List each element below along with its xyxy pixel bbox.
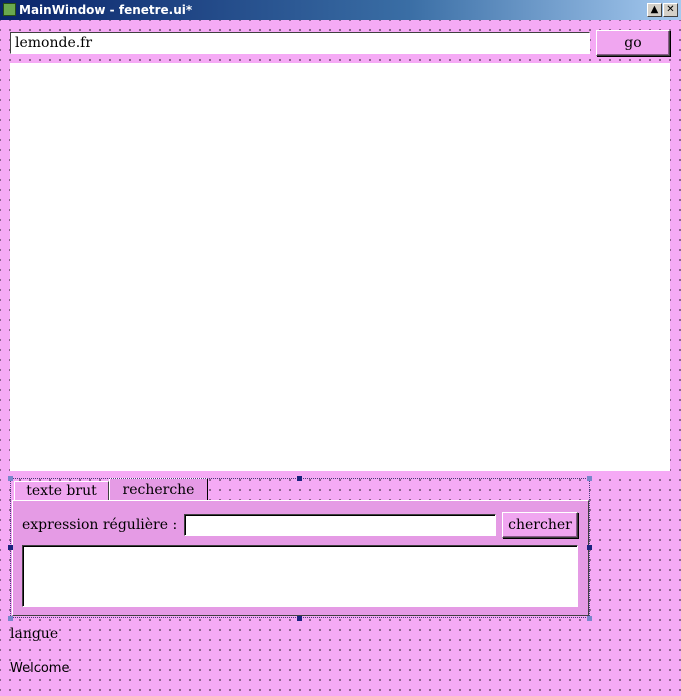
resize-handle[interactable] bbox=[297, 476, 302, 481]
results-textarea[interactable] bbox=[22, 545, 578, 607]
resize-handle[interactable] bbox=[8, 616, 13, 621]
web-view[interactable] bbox=[10, 63, 670, 471]
resize-handle[interactable] bbox=[8, 545, 13, 550]
resize-handle[interactable] bbox=[587, 545, 592, 550]
regex-label: expression régulière : bbox=[22, 517, 178, 533]
go-button[interactable]: go bbox=[596, 30, 670, 56]
close-icon[interactable]: ✕ bbox=[663, 3, 678, 17]
window-title: MainWindow - fenetre.ui* bbox=[19, 3, 193, 17]
minimize-icon[interactable]: ▲ bbox=[647, 3, 662, 17]
tab-recherche[interactable]: recherche bbox=[109, 478, 208, 502]
app-icon bbox=[3, 3, 16, 16]
resize-handle[interactable] bbox=[8, 476, 13, 481]
search-button[interactable]: chercher bbox=[502, 512, 578, 538]
resize-handle[interactable] bbox=[587, 476, 592, 481]
regex-input[interactable] bbox=[184, 514, 496, 536]
url-input[interactable]: lemonde.fr bbox=[10, 32, 590, 54]
tab-texte-brut[interactable]: texte brut bbox=[14, 481, 109, 502]
resize-handle[interactable] bbox=[297, 616, 302, 621]
langue-label: langue bbox=[10, 626, 59, 642]
welcome-label: Welcome bbox=[10, 661, 70, 676]
resize-handle[interactable] bbox=[587, 616, 592, 621]
title-bar[interactable]: MainWindow - fenetre.ui* ▲ ✕ bbox=[0, 0, 681, 20]
